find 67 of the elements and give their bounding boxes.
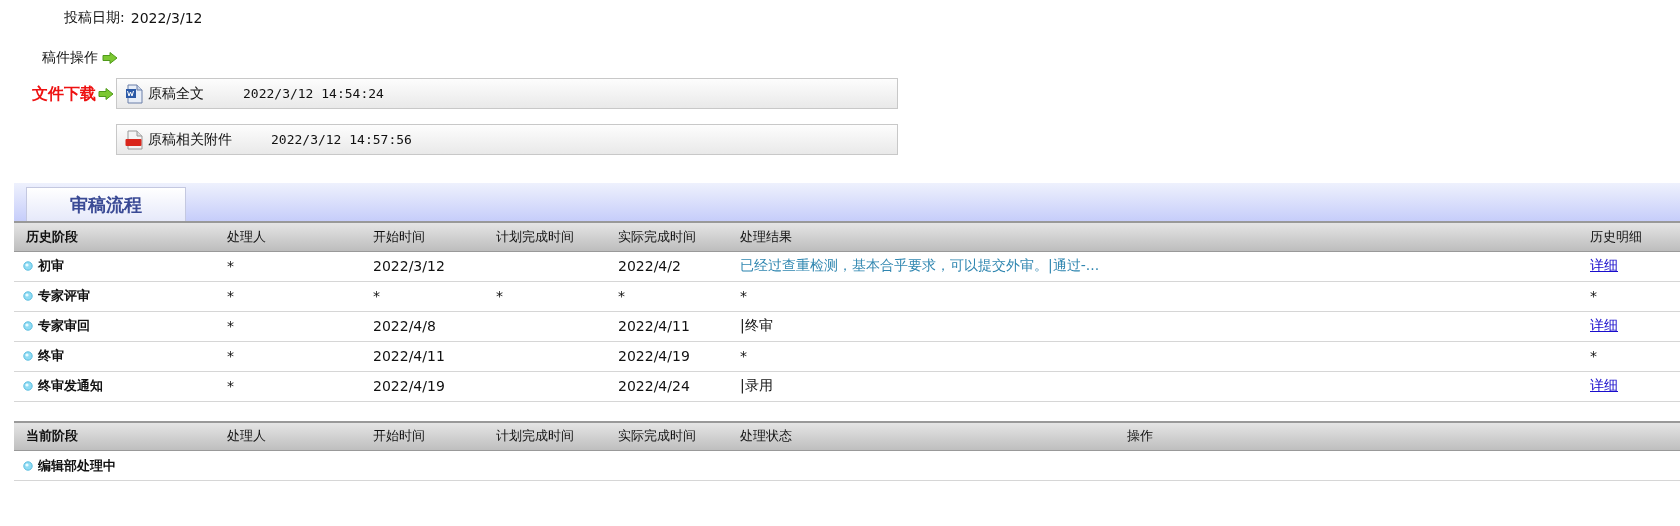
table-cell: *	[227, 378, 234, 394]
column-header: 操作	[1127, 428, 1153, 444]
table-cell: 终审发通知	[38, 377, 103, 395]
column-header: 计划完成时间	[496, 228, 574, 244]
column-header: 计划完成时间	[496, 428, 574, 444]
bullet-icon	[23, 381, 33, 391]
arrow-icon	[98, 88, 114, 100]
file-time: 2022/3/12 14:57:56	[271, 132, 412, 147]
table-cell: 终审	[38, 347, 64, 365]
bullet-icon	[23, 291, 33, 301]
table-cell: *	[496, 288, 503, 304]
column-header: 实际完成时间	[618, 228, 696, 244]
column-header: 开始时间	[373, 228, 425, 244]
table-cell: 2022/4/24	[618, 378, 690, 394]
table-cell: *	[740, 348, 747, 364]
table-cell: *	[227, 288, 234, 304]
file-name[interactable]: 原稿全文	[148, 84, 204, 103]
table-cell: 专家审回	[38, 317, 90, 335]
table-cell: 2022/4/11	[373, 348, 445, 364]
file-download-bar[interactable]: 原稿全文 2022/3/12 14:54:24	[116, 78, 898, 109]
table-cell: 2022/4/2	[618, 258, 681, 274]
column-header: 实际完成时间	[618, 428, 696, 444]
tab[interactable]: 审稿流程	[26, 187, 186, 221]
table-cell: 2022/3/12	[373, 258, 445, 274]
arrow-icon	[102, 52, 118, 64]
field-value: 2022/3/12	[130, 10, 203, 26]
link[interactable]: 详细	[1590, 377, 1618, 393]
link[interactable]: 详细	[1590, 317, 1618, 333]
section-label: 文件下载	[32, 83, 96, 105]
table-cell: 2022/4/8	[373, 318, 436, 334]
table-cell: *	[227, 348, 234, 364]
table-cell: *	[373, 288, 380, 304]
column-header: 历史明细	[1590, 228, 1642, 244]
table-cell: *	[1590, 288, 1597, 304]
field-label: 投稿日期:	[64, 9, 125, 27]
word-document-icon	[125, 83, 143, 104]
table-cell: 2022/4/19	[373, 378, 445, 394]
table-cell: |终审	[740, 317, 773, 333]
table-cell: 专家评审	[38, 287, 90, 305]
table-cell: *	[227, 258, 234, 274]
column-header: 处理结果	[740, 228, 792, 244]
bullet-icon	[23, 351, 33, 361]
column-header: 历史阶段	[26, 228, 78, 244]
bullet-icon	[23, 460, 33, 471]
file-name[interactable]: 原稿相关附件	[148, 130, 232, 149]
table-cell: *	[227, 318, 234, 334]
section-label: 稿件操作	[42, 49, 98, 67]
table-cell: *	[1590, 348, 1597, 364]
bullet-icon	[23, 321, 33, 331]
file-download-bar[interactable]: 原稿相关附件 2022/3/12 14:57:56	[116, 124, 898, 155]
link[interactable]: 详细	[1590, 257, 1618, 273]
link[interactable]: 已经过查重检测，基本合乎要求，可以提交外审。|通过-...	[740, 257, 1100, 273]
column-header: 处理人	[227, 428, 266, 444]
table-cell: 2022/4/11	[618, 318, 690, 334]
column-header: 处理人	[227, 228, 266, 244]
table-cell: *	[618, 288, 625, 304]
pdf-document-icon	[125, 129, 143, 150]
table-cell: |录用	[740, 377, 773, 393]
column-header: 开始时间	[373, 428, 425, 444]
column-header: 当前阶段	[26, 428, 78, 444]
table-cell: 初审	[38, 257, 64, 275]
column-header: 处理状态	[740, 428, 792, 444]
table-cell: *	[740, 288, 747, 304]
table-cell: 编辑部处理中	[38, 456, 116, 475]
file-time: 2022/3/12 14:54:24	[243, 86, 384, 101]
bullet-icon	[23, 261, 33, 271]
table-cell: 2022/4/19	[618, 348, 690, 364]
